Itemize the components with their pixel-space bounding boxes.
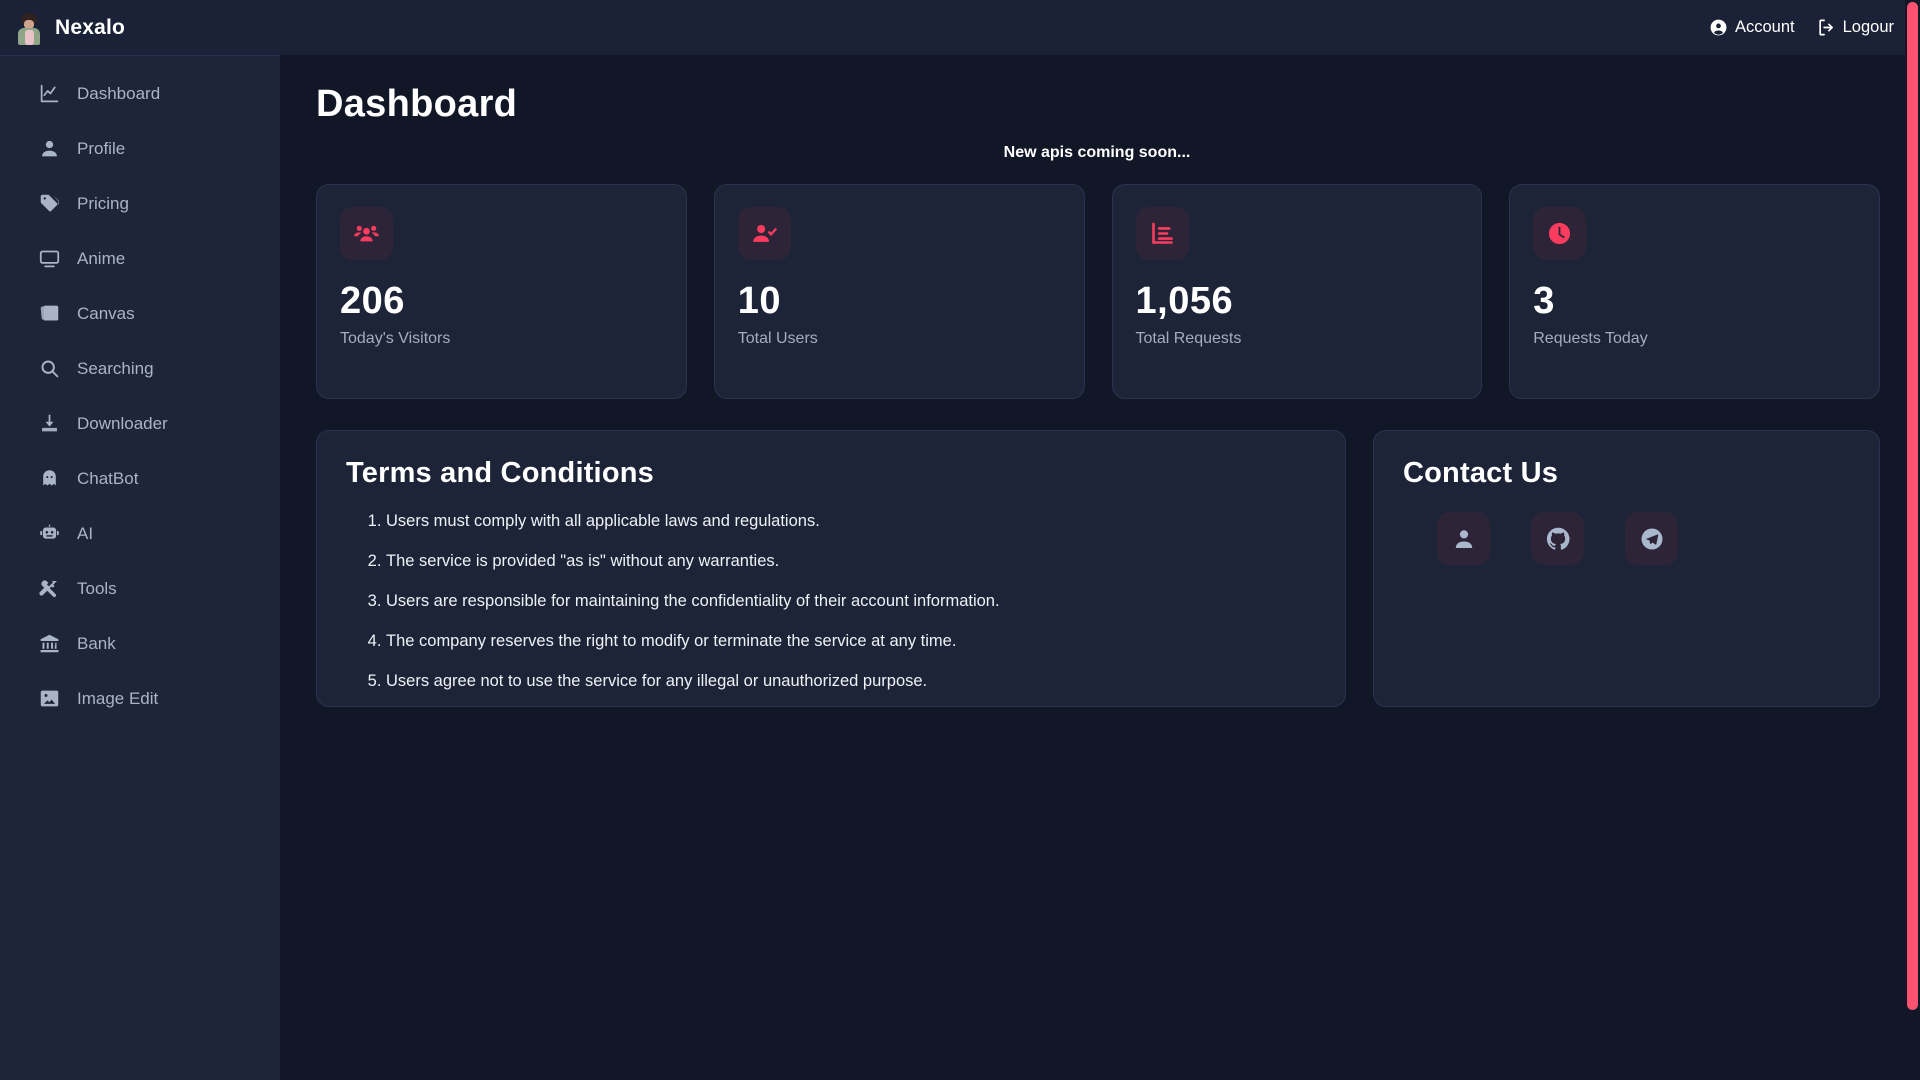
- main-content: Dashboard New apis coming soon... 206 To…: [280, 55, 1920, 1080]
- sidebar-item-profile[interactable]: Profile: [0, 121, 280, 176]
- person-icon: [38, 138, 60, 160]
- bank-icon: [38, 633, 60, 655]
- terms-and-conditions-panel: Terms and Conditions Users must comply w…: [316, 430, 1346, 707]
- images-icon: [38, 303, 60, 325]
- github-icon: [1546, 527, 1570, 551]
- download-icon: [38, 413, 60, 435]
- sidebar-item-label: Profile: [77, 138, 126, 158]
- chart-line-icon: [38, 83, 60, 105]
- clock-icon: [1533, 207, 1587, 260]
- brand-logo[interactable]: Nexalo: [14, 10, 126, 45]
- image-icon: [38, 688, 60, 710]
- page-title: Dashboard: [316, 83, 518, 125]
- sidebar-item-anime[interactable]: Anime: [0, 231, 280, 286]
- terms-list-item: The company reserves the right to modify…: [386, 632, 1316, 651]
- monitor-icon: [38, 248, 60, 270]
- sidebar-item-label: Tools: [77, 578, 117, 598]
- stat-value: 3: [1533, 280, 1555, 322]
- stat-label: Today's Visitors: [340, 329, 451, 347]
- users-group-icon: [340, 207, 393, 260]
- sidebar-item-pricing[interactable]: Pricing: [0, 176, 280, 231]
- terms-list-item: Users must comply with all applicable la…: [386, 512, 1316, 531]
- contact-link-telegram[interactable]: [1625, 512, 1678, 565]
- account-button[interactable]: Account: [1709, 18, 1795, 37]
- sidebar-item-dashboard[interactable]: Dashboard: [0, 66, 280, 121]
- sidebar-item-downloader[interactable]: Downloader: [0, 396, 280, 451]
- stat-value: 10: [737, 280, 782, 322]
- sidebar-item-label: Downloader: [77, 413, 168, 433]
- stat-label: Requests Today: [1533, 329, 1648, 347]
- stat-label: Total Users: [737, 329, 818, 347]
- person-icon: [1452, 527, 1476, 551]
- sidebar-item-label: AI: [77, 523, 94, 543]
- sidebar-item-tools[interactable]: Tools: [0, 561, 280, 616]
- sidebar-item-label: Anime: [77, 248, 126, 268]
- sidebar-item-label: ChatBot: [77, 468, 139, 488]
- terms-list-item: Users are responsible for maintaining th…: [386, 592, 1316, 611]
- logout-label: Logour: [1842, 18, 1894, 36]
- person-avatar-icon: [14, 10, 44, 45]
- search-icon: [38, 358, 60, 380]
- tags-icon: [38, 193, 60, 215]
- sidebar-item-label: Dashboard: [77, 83, 161, 103]
- terms-list-item: The service is provided "as is" without …: [386, 552, 1316, 571]
- contact-us-panel: Contact Us: [1373, 430, 1880, 707]
- stat-card-total-users[interactable]: 10 Total Users: [713, 184, 1085, 399]
- contact-title: Contact Us: [1403, 457, 1559, 489]
- scrollbar-thumb[interactable]: [1907, 2, 1918, 1010]
- sidebar-item-label: Image Edit: [77, 688, 159, 708]
- telegram-icon: [1640, 527, 1664, 551]
- sidebar-item-canvas[interactable]: Canvas: [0, 286, 280, 341]
- contact-link-github[interactable]: [1531, 512, 1584, 565]
- top-bar: Nexalo Account Logour: [0, 0, 1920, 55]
- panels-row: Terms and Conditions Users must comply w…: [316, 430, 1880, 707]
- brand-name: Nexalo: [55, 15, 126, 39]
- terms-list-item: Users agree not to use the service for a…: [386, 672, 1316, 691]
- stat-label: Total Requests: [1135, 329, 1242, 347]
- contact-links: [1403, 512, 1850, 565]
- stat-card-todays-visitors[interactable]: 206 Today's Visitors: [316, 184, 687, 399]
- sidebar-item-label: Pricing: [77, 193, 129, 213]
- announcement-banner: New apis coming soon...: [1003, 144, 1191, 161]
- tools-icon: [38, 578, 60, 600]
- stat-card-requests-today[interactable]: 3 Requests Today: [1509, 184, 1880, 399]
- terms-list: Users must comply with all applicable la…: [346, 512, 1316, 691]
- top-bar-actions: Account Logour: [1709, 18, 1894, 37]
- stat-value: 206: [340, 280, 405, 322]
- sidebar-item-image-edit[interactable]: Image Edit: [0, 671, 280, 726]
- sidebar-item-label: Canvas: [77, 303, 135, 323]
- ghost-icon: [38, 468, 60, 490]
- logout-arrow-icon: [1817, 18, 1836, 37]
- stats-row: 206 Today's Visitors 10 Total Users 1,05…: [316, 184, 1880, 399]
- account-label: Account: [1734, 18, 1795, 36]
- contact-link-portfolio[interactable]: [1437, 512, 1490, 565]
- sidebar-item-searching[interactable]: Searching: [0, 341, 280, 396]
- logout-button[interactable]: Logour: [1817, 18, 1894, 37]
- sidebar-item-chatbot[interactable]: ChatBot: [0, 451, 280, 506]
- sidebar-item-label: Searching: [77, 358, 154, 378]
- bar-chart-icon: [1135, 207, 1189, 260]
- sidebar-item-ai[interactable]: AI: [0, 506, 280, 561]
- stat-value: 1,056: [1135, 280, 1234, 322]
- sidebar-item-label: Bank: [77, 633, 116, 653]
- sidebar: Dashboard Profile Pricing Anime Canvas S…: [0, 55, 280, 1080]
- user-circle-icon: [1709, 18, 1728, 37]
- terms-title: Terms and Conditions: [346, 457, 654, 489]
- stat-card-total-requests[interactable]: 1,056 Total Requests: [1111, 184, 1483, 399]
- sidebar-item-bank[interactable]: Bank: [0, 616, 280, 671]
- robot-icon: [38, 523, 60, 545]
- user-check-icon: [737, 207, 791, 260]
